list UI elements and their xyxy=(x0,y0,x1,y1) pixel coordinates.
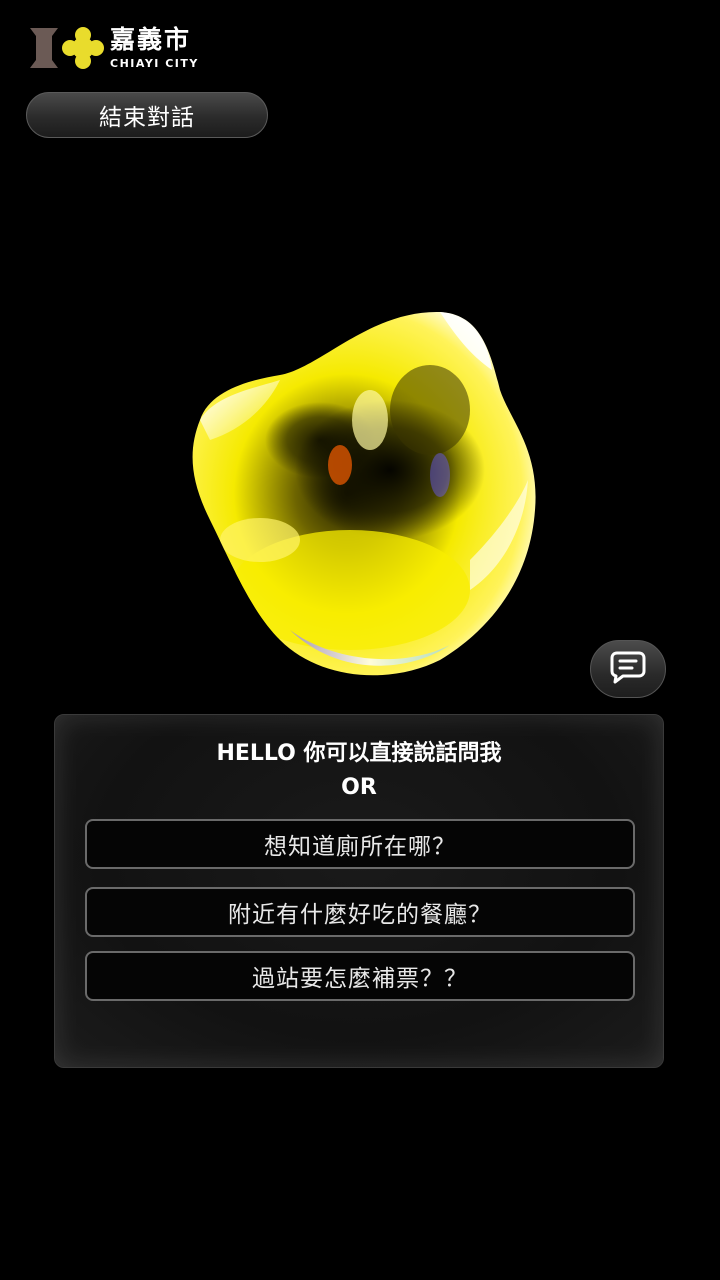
logo-name-en: CHIAYI CITY xyxy=(110,57,199,70)
logo-mark-icon xyxy=(28,24,104,72)
suggestion-restaurant-button[interactable]: 附近有什麼好吃的餐廳？ xyxy=(85,887,635,937)
suggestion-restroom-button[interactable]: 想知道廁所在哪？ xyxy=(85,819,635,869)
city-logo: 嘉義市 CHIAYI CITY xyxy=(28,24,199,72)
logo-name-cn: 嘉義市 xyxy=(110,25,192,54)
suggestion-fare-button[interactable]: 過站要怎麼補票？？ xyxy=(85,951,635,1001)
end-conversation-button[interactable]: 結束對話 xyxy=(26,92,268,138)
voice-assistant-blob xyxy=(170,300,550,680)
panel-or-label: OR xyxy=(341,775,377,800)
panel-title: HELLO 你可以直接說話問我 xyxy=(216,741,502,766)
message-icon xyxy=(609,649,647,689)
logo-text: 嘉義市 CHIAYI CITY xyxy=(110,27,199,69)
chat-toggle-button[interactable] xyxy=(590,640,666,698)
suggestion-panel: HELLO 你可以直接說話問我 OR 想知道廁所在哪？ 附近有什麼好吃的餐廳？ … xyxy=(54,714,664,1068)
